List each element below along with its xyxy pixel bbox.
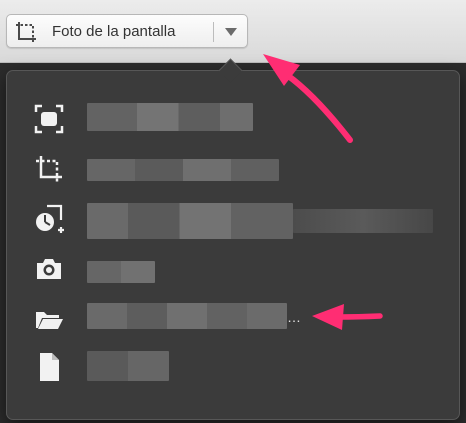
screenshot-button-label: Foto de la pantalla xyxy=(52,23,176,40)
menu-item-capture-screen[interactable] xyxy=(21,99,451,141)
screenshot-dropdown-toggle[interactable] xyxy=(214,15,247,47)
menu-item-timed-capture[interactable] xyxy=(21,199,451,241)
selection-capture-icon xyxy=(36,156,62,182)
screenshot-button[interactable]: Foto de la pantalla xyxy=(7,15,213,47)
chevron-down-icon xyxy=(225,28,237,36)
menu-item-label-tail xyxy=(293,209,433,233)
timed-capture-icon xyxy=(36,204,64,233)
screenshot-split-button[interactable]: Foto de la pantalla xyxy=(6,14,248,48)
folder-icon xyxy=(36,312,63,329)
crop-selection-icon xyxy=(16,22,36,42)
menu-item-label xyxy=(87,103,253,131)
menu-item-capture-selection[interactable] xyxy=(21,149,451,191)
camera-icon xyxy=(37,259,61,279)
menu-item-text: … xyxy=(287,309,302,325)
fullscreen-capture-icon xyxy=(34,104,64,134)
menu-item-label xyxy=(87,203,293,239)
menu-item-label xyxy=(87,159,279,181)
menu-item-open-folder[interactable]: … xyxy=(21,299,451,341)
menu-item-label xyxy=(87,261,155,283)
menu-item-label xyxy=(87,351,169,381)
menu-item-camera[interactable] xyxy=(21,249,451,291)
menu-item-document[interactable] xyxy=(21,347,451,389)
document-icon xyxy=(40,353,59,381)
screenshot-options-menu: … xyxy=(6,70,460,420)
menu-item-label xyxy=(87,303,287,329)
